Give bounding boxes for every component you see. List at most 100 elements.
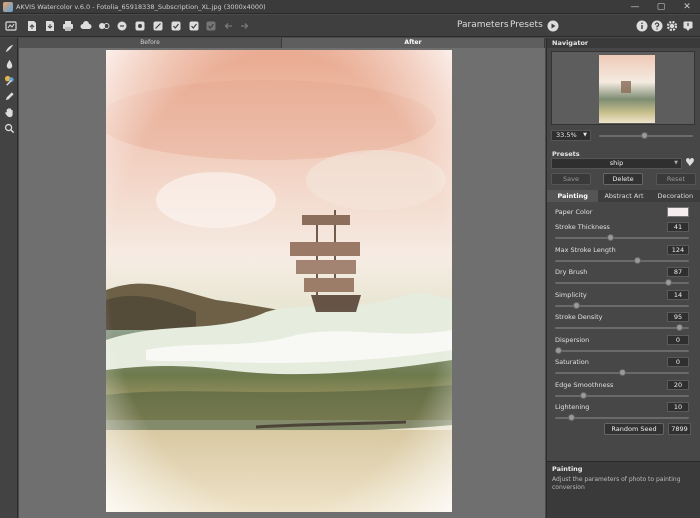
param-label: Dry Brush xyxy=(555,268,588,276)
print-icon[interactable] xyxy=(60,18,75,33)
batch-icon[interactable] xyxy=(96,18,111,33)
zoom-select[interactable]: 33.5% ▼ xyxy=(551,130,591,141)
batch2-icon[interactable] xyxy=(114,18,129,33)
preset-selected: ship xyxy=(609,159,624,167)
param-slider-knob[interactable] xyxy=(665,279,673,286)
run-icon[interactable] xyxy=(545,18,560,33)
zoom-slider[interactable] xyxy=(599,132,693,139)
param-slider[interactable] xyxy=(555,234,689,241)
help-icon[interactable] xyxy=(649,18,664,33)
home-icon[interactable] xyxy=(3,18,18,33)
param-value-field[interactable]: 10 xyxy=(667,402,689,412)
undo-icon[interactable] xyxy=(221,18,236,33)
param-slider[interactable] xyxy=(555,256,689,264)
maximize-button[interactable]: ▢ xyxy=(648,0,674,14)
drop-icon[interactable] xyxy=(2,57,16,71)
save-preset-button[interactable]: Save xyxy=(551,173,591,185)
param-value-field[interactable]: 41 xyxy=(667,222,689,232)
random-seed-button[interactable]: Random Seed xyxy=(604,423,664,435)
presets-button[interactable]: Presets xyxy=(510,20,543,30)
param-label: Stroke Thickness xyxy=(555,223,610,231)
settings-panel: Navigator 33.5% ▼ Presets ship ▼ ♥ Save De… xyxy=(546,38,700,518)
left-tool-panel xyxy=(0,38,18,518)
param-label: Edge Smoothness xyxy=(555,380,614,389)
tab-painting[interactable]: Painting xyxy=(547,190,599,202)
batch3-icon[interactable] xyxy=(132,18,147,33)
open-file-icon[interactable] xyxy=(24,18,39,33)
pencil-icon[interactable] xyxy=(2,89,16,103)
reset-preset-button[interactable]: Reset xyxy=(656,173,696,185)
gear-icon[interactable] xyxy=(664,18,679,33)
canvas-area[interactable]: Before After xyxy=(19,38,545,518)
favorite-heart-icon[interactable]: ♥ xyxy=(685,157,697,169)
param-slider[interactable] xyxy=(555,391,689,399)
param-label: Simplicity xyxy=(555,290,587,299)
run-check-icon[interactable] xyxy=(168,18,183,33)
param-slider[interactable] xyxy=(555,324,689,331)
batch4-icon[interactable] xyxy=(150,18,165,33)
result-image[interactable] xyxy=(106,50,452,512)
param-value-field[interactable]: 0 xyxy=(667,357,689,367)
parameters-button[interactable]: Parameters xyxy=(457,20,509,30)
param-value-field[interactable]: 0 xyxy=(667,334,689,345)
param-slider-knob[interactable] xyxy=(567,414,575,421)
help-title: Painting xyxy=(552,465,583,473)
param-slider[interactable] xyxy=(555,279,689,286)
stroke-brush-icon[interactable] xyxy=(2,41,16,55)
color-brush-icon[interactable] xyxy=(2,73,16,87)
param-label: Saturation xyxy=(555,358,589,366)
apply-disabled-icon xyxy=(203,18,218,33)
close-button[interactable]: ✕ xyxy=(674,0,700,14)
param-slider-knob[interactable] xyxy=(633,256,641,264)
param-value-field[interactable]: 95 xyxy=(667,312,689,322)
param-slider-knob[interactable] xyxy=(580,391,588,399)
param-value-field[interactable]: 14 xyxy=(667,289,689,300)
param-label: Stroke Density xyxy=(555,313,603,321)
param-slider-knob[interactable] xyxy=(675,324,683,331)
chevron-down-icon: ▼ xyxy=(583,132,587,138)
zoom-value: 33.5% xyxy=(556,131,577,139)
random-seed-field[interactable]: 7899 xyxy=(668,423,691,435)
zoom-slider-knob[interactable] xyxy=(640,132,648,139)
paper-color-label: Paper Color xyxy=(555,208,593,216)
param-slider[interactable] xyxy=(555,414,689,421)
parameter-tabs: Painting Abstract Art Decoration xyxy=(547,190,700,202)
param-slider[interactable] xyxy=(555,346,689,354)
app-logo-icon xyxy=(3,1,13,12)
cloud-share-icon[interactable] xyxy=(78,18,93,33)
param-slider-knob[interactable] xyxy=(618,369,626,376)
param-slider-knob[interactable] xyxy=(555,346,562,354)
help-text: Adjust the parameters of photo to painti… xyxy=(552,476,681,491)
delete-preset-button[interactable]: Delete xyxy=(603,173,643,185)
param-value-field[interactable]: 20 xyxy=(667,379,689,390)
tab-decoration[interactable]: Decoration xyxy=(650,190,700,202)
preset-select[interactable]: ship ▼ xyxy=(551,158,682,169)
help-box: Painting Adjust the parameters of photo … xyxy=(547,461,700,518)
param-label: Max Stroke Length xyxy=(555,245,616,254)
navigator-title: Navigator xyxy=(547,38,700,48)
param-slider-knob[interactable] xyxy=(607,234,615,241)
param-slider[interactable] xyxy=(555,369,689,376)
navigator-thumbnail[interactable] xyxy=(599,55,655,123)
navigator-preview[interactable] xyxy=(551,51,695,125)
apply-icon[interactable] xyxy=(186,18,201,33)
minimize-button[interactable]: — xyxy=(622,0,648,14)
tab-abstract-art[interactable]: Abstract Art xyxy=(598,190,649,202)
save-file-icon[interactable] xyxy=(42,18,57,33)
param-value-field[interactable]: 87 xyxy=(667,267,689,277)
param-label: Lightening xyxy=(555,403,590,411)
param-label: Dispersion xyxy=(555,335,590,344)
zoom-icon[interactable] xyxy=(2,121,16,135)
param-value-field[interactable]: 124 xyxy=(667,244,689,255)
tab-after[interactable]: After xyxy=(282,38,545,48)
paper-color-swatch[interactable] xyxy=(667,207,689,217)
info-icon[interactable] xyxy=(634,18,649,33)
redo-icon[interactable] xyxy=(236,18,251,33)
chevron-down-icon: ▼ xyxy=(674,160,678,166)
main-toolbar: Parameters Presets xyxy=(0,15,700,37)
param-slider[interactable] xyxy=(555,301,689,309)
param-slider-knob[interactable] xyxy=(572,301,580,309)
tab-before[interactable]: Before xyxy=(19,38,282,48)
notifications-icon[interactable] xyxy=(680,18,695,33)
hand-icon[interactable] xyxy=(2,105,16,119)
